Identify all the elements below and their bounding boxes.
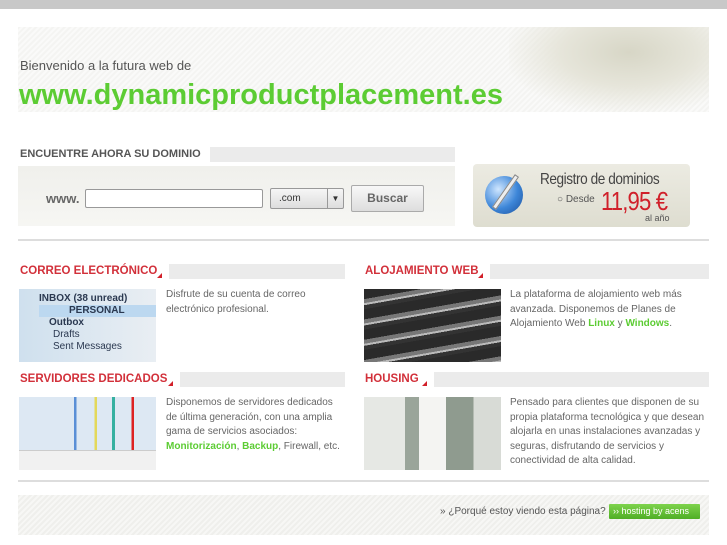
globe-graphic [509, 27, 709, 112]
image-text: INBOX (38 unread) [39, 293, 128, 304]
text: y [614, 318, 626, 329]
domain-input[interactable] [85, 189, 263, 208]
search-button[interactable]: Buscar [351, 185, 424, 212]
section-title-hosting[interactable]: ALOJAMIENTO WEB [365, 265, 479, 277]
divider [18, 480, 709, 482]
top-bar [0, 0, 727, 9]
cables-image [19, 397, 156, 470]
tld-select[interactable]: .com ▼ [270, 188, 344, 209]
servers-image [364, 289, 501, 362]
datacenter-image [364, 397, 501, 470]
acens-badge[interactable]: ›› hosting by acens [609, 504, 700, 519]
switch-graphic [19, 450, 156, 470]
promo-from: ○ Desde [557, 194, 595, 205]
corner-arrow-icon [422, 381, 427, 386]
title-bar [210, 147, 455, 162]
section-text: Disponemos de servidores dedicados de úl… [166, 396, 346, 454]
section-title-housing[interactable]: HOUSING [365, 373, 419, 385]
title-bar [169, 264, 345, 279]
from-label: Desde [565, 194, 595, 205]
monitoring-link[interactable]: Monitorización [166, 441, 237, 452]
title-bar [490, 264, 709, 279]
promo-period: al año [645, 213, 670, 223]
divider [18, 239, 709, 241]
text: . [669, 318, 673, 329]
image-text: Drafts [53, 329, 80, 340]
email-image: INBOX (38 unread) PERSONAL Outbox Drafts… [19, 289, 156, 362]
search-title: ENCUENTRE AHORA SU DOMINIO [20, 148, 201, 160]
text: , Firewall, etc. [278, 440, 340, 452]
backup-link[interactable]: Backup [242, 441, 278, 452]
section-title-dedicated[interactable]: SERVIDORES DEDICADOS [20, 373, 167, 385]
image-text: Sent Messages [53, 341, 122, 352]
corner-arrow-icon [478, 273, 483, 278]
section-text: La plataforma de alojamiento web más ava… [510, 288, 700, 332]
section-title-email[interactable]: CORREO ELECTRÓNICO [20, 265, 157, 277]
image-text: PERSONAL [39, 305, 156, 317]
linux-link[interactable]: Linux [588, 318, 615, 329]
windows-link[interactable]: Windows [625, 318, 669, 329]
title-bar [180, 372, 345, 387]
corner-arrow-icon [168, 381, 173, 386]
tld-selected: .com [279, 193, 301, 204]
section-text: Disfrute de su cuenta de correo electrón… [166, 289, 306, 315]
corner-arrow-icon [157, 273, 162, 278]
section-text: Pensado para clientes que disponen de su… [510, 397, 705, 466]
welcome-text: Bienvenido a la futura web de [20, 58, 192, 73]
image-text: Outbox [49, 317, 84, 328]
www-label: www. [46, 191, 80, 206]
title-bar [434, 372, 709, 387]
domain-title: www.dynamicproductplacement.es [19, 79, 503, 111]
domain-registration-promo[interactable]: Registro de dominios ○ Desde 11,95 € al … [473, 164, 690, 227]
chevron-down-icon: ▼ [327, 189, 343, 208]
text: Disponemos de servidores dedicados de úl… [166, 397, 333, 437]
why-link[interactable]: » ¿Porqué estoy viendo esta página? [440, 506, 606, 517]
